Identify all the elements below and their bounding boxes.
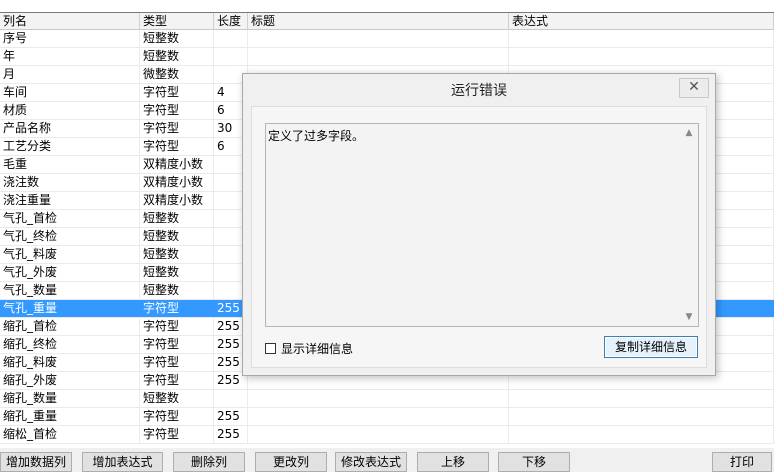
cell-type: 字符型 <box>140 372 214 389</box>
cell-type: 字符型 <box>140 84 214 101</box>
close-icon[interactable]: ✕ <box>679 78 709 98</box>
add-data-column-button[interactable]: 增加数据列 <box>0 452 72 472</box>
cell-length <box>214 48 248 65</box>
cell-name: 缩孔_重量 <box>0 408 140 425</box>
cell-name: 毛重 <box>0 156 140 173</box>
cell-title <box>248 30 509 47</box>
cell-name: 工艺分类 <box>0 138 140 155</box>
cell-type: 字符型 <box>140 300 214 317</box>
bottom-toolbar: 增加数据列 增加表达式 删除列 更改列 修改表达式 上移 下移 打印 <box>0 448 774 472</box>
cell-name: 浇注重量 <box>0 192 140 209</box>
cell-type: 双精度小数 <box>140 174 214 191</box>
cell-name: 序号 <box>0 30 140 47</box>
cell-name: 气孔_首检 <box>0 210 140 227</box>
column-header-length[interactable]: 长度 <box>214 13 248 30</box>
cell-title <box>248 48 509 65</box>
cell-expression <box>509 30 774 47</box>
cell-name: 车间 <box>0 84 140 101</box>
cell-name: 气孔_终检 <box>0 228 140 245</box>
cell-type: 字符型 <box>140 354 214 371</box>
cell-name: 气孔_料废 <box>0 246 140 263</box>
scroll-up-icon[interactable]: ▲ <box>682 126 696 140</box>
cell-name: 月 <box>0 66 140 83</box>
cell-length <box>214 30 248 47</box>
cell-type: 字符型 <box>140 318 214 335</box>
cell-name: 缩孔_终检 <box>0 336 140 353</box>
cell-expression <box>509 48 774 65</box>
error-message: 定义了过多字段。 <box>268 129 365 143</box>
cell-title <box>248 426 509 443</box>
cell-type: 字符型 <box>140 120 214 137</box>
table-row[interactable]: 缩孔_数量 短整数 <box>0 390 774 408</box>
table-row[interactable]: 序号 短整数 <box>0 30 774 48</box>
column-header-type[interactable]: 类型 <box>140 13 214 30</box>
cell-type: 微整数 <box>140 66 214 83</box>
move-down-button[interactable]: 下移 <box>498 452 570 472</box>
delete-column-button[interactable]: 删除列 <box>173 452 245 472</box>
cell-title <box>248 390 509 407</box>
cell-type: 双精度小数 <box>140 192 214 209</box>
dialog-body: 定义了过多字段。 ▲ ▼ 显示详细信息 复制详细信息 <box>251 106 707 368</box>
cell-type: 字符型 <box>140 408 214 425</box>
cell-type: 字符型 <box>140 138 214 155</box>
cell-name: 气孔_数量 <box>0 282 140 299</box>
cell-type: 字符型 <box>140 336 214 353</box>
cell-name: 气孔_外废 <box>0 264 140 281</box>
cell-length <box>214 390 248 407</box>
cell-name: 年 <box>0 48 140 65</box>
column-header-name[interactable]: 列名 <box>0 13 140 30</box>
cell-title <box>248 408 509 425</box>
cell-type: 字符型 <box>140 426 214 443</box>
error-message-box[interactable]: 定义了过多字段。 ▲ ▼ <box>265 123 699 327</box>
cell-type: 短整数 <box>140 390 214 407</box>
cell-type: 字符型 <box>140 102 214 119</box>
table-row[interactable]: 年短整数 <box>0 48 774 66</box>
cell-type: 短整数 <box>140 48 214 65</box>
cell-name: 缩孔_首检 <box>0 318 140 335</box>
cell-type: 短整数 <box>140 228 214 245</box>
dialog-title: 运行错误 <box>451 83 507 99</box>
cell-length: 255 <box>214 408 248 425</box>
cell-type: 短整数 <box>140 264 214 281</box>
cell-name: 产品名称 <box>0 120 140 137</box>
cell-name: 缩松_首检 <box>0 426 140 443</box>
grid-top-strip <box>0 0 774 12</box>
show-details-label: 显示详细信息 <box>281 342 354 356</box>
table-row[interactable]: 缩松_首检 字符型 255 <box>0 426 774 444</box>
grid-header: 列名 类型 长度 标题 表达式 <box>0 12 774 30</box>
cell-name: 缩孔_外废 <box>0 372 140 389</box>
show-details-checkbox[interactable] <box>265 343 276 354</box>
cell-length: 255 <box>214 426 248 443</box>
runtime-error-dialog: 运行错误 ✕ 定义了过多字段。 ▲ ▼ 显示详细信息 复制详细信息 <box>242 73 716 376</box>
copy-details-button[interactable]: 复制详细信息 <box>604 336 698 358</box>
table-row[interactable]: 缩孔_重量 字符型 255 <box>0 408 774 426</box>
cell-name: 气孔_重量 <box>0 300 140 317</box>
column-header-expression[interactable]: 表达式 <box>509 13 774 30</box>
cell-name: 缩孔_数量 <box>0 390 140 407</box>
cell-expression <box>509 390 774 407</box>
add-expression-button[interactable]: 增加表达式 <box>82 452 163 472</box>
cell-type: 短整数 <box>140 282 214 299</box>
cell-name: 材质 <box>0 102 140 119</box>
cell-type: 短整数 <box>140 210 214 227</box>
cell-name: 浇注数 <box>0 174 140 191</box>
cell-type: 短整数 <box>140 246 214 263</box>
scroll-down-icon[interactable]: ▼ <box>682 310 696 324</box>
move-up-button[interactable]: 上移 <box>417 452 489 472</box>
print-button[interactable]: 打印 <box>712 452 772 472</box>
cell-type: 短整数 <box>140 30 214 47</box>
column-header-title[interactable]: 标题 <box>248 13 509 30</box>
change-column-button[interactable]: 更改列 <box>255 452 327 472</box>
edit-expression-button[interactable]: 修改表达式 <box>335 452 407 472</box>
cell-name: 缩孔_料废 <box>0 354 140 371</box>
cell-expression <box>509 426 774 443</box>
cell-type: 双精度小数 <box>140 156 214 173</box>
cell-expression <box>509 408 774 425</box>
